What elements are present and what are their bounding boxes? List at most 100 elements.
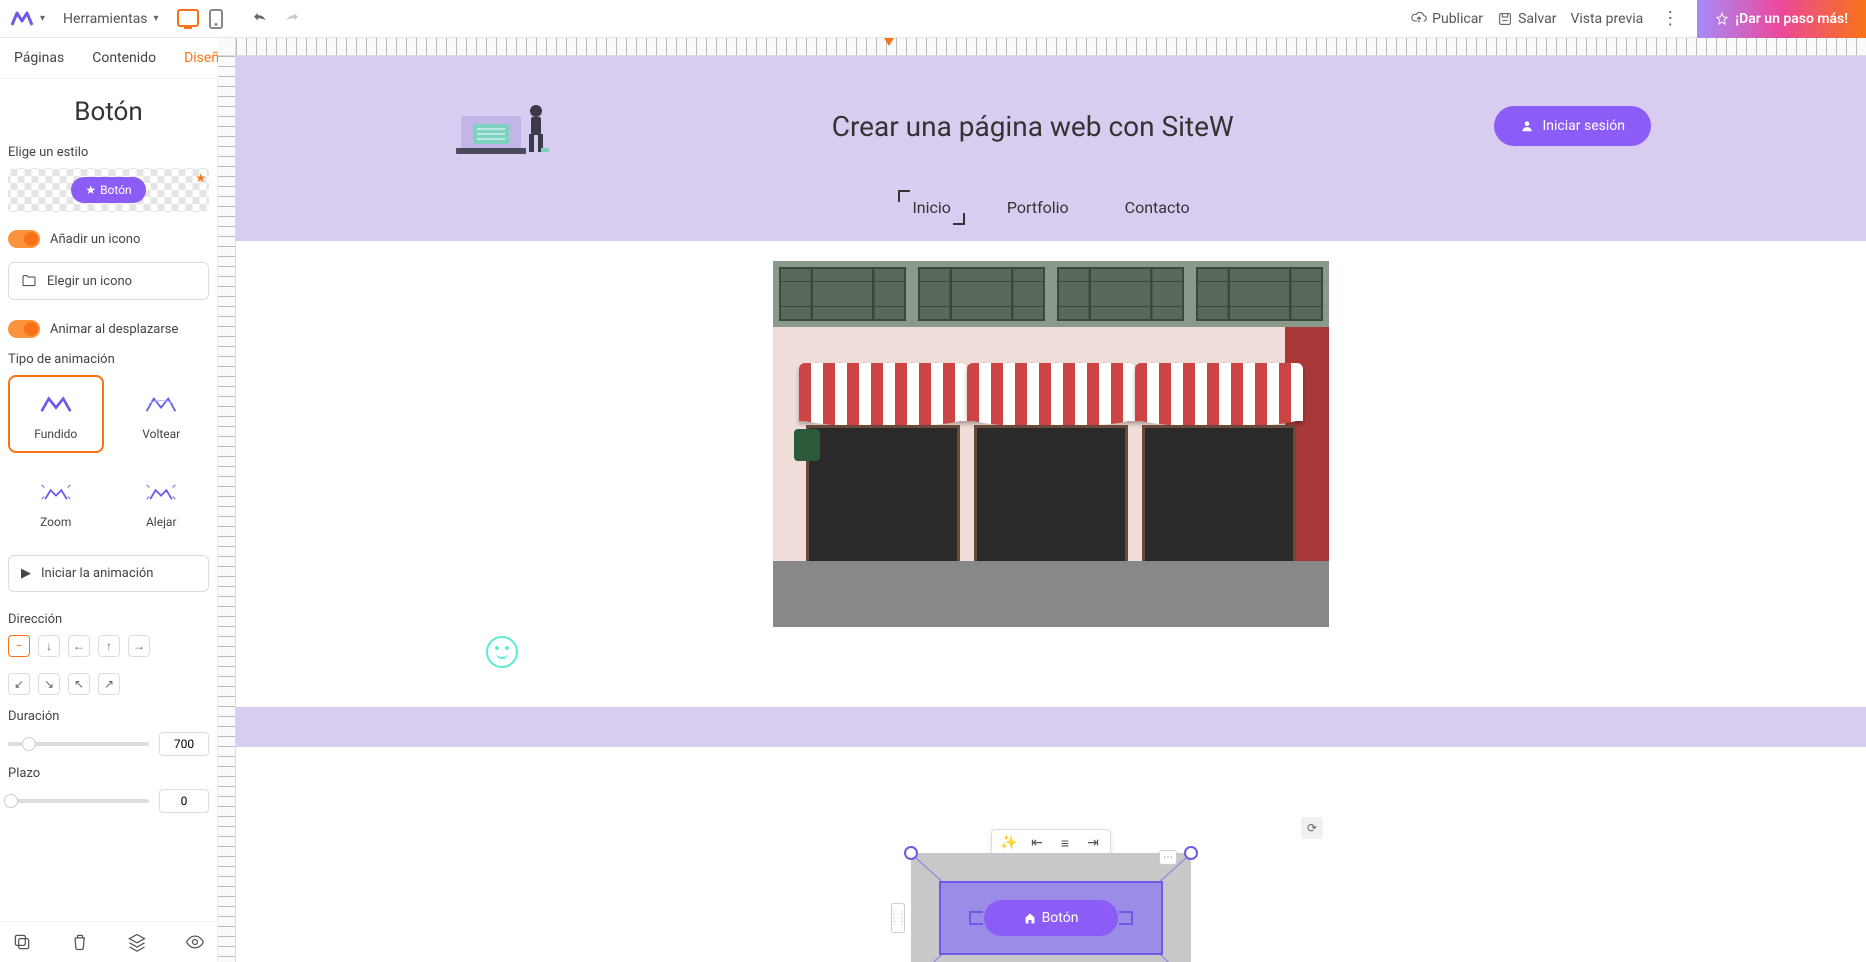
star-icon: ★ — [85, 183, 96, 197]
anim-away-label: Alejar — [122, 515, 202, 529]
sidebar: Páginas Contenido Diseño Botón Elige un … — [0, 38, 218, 962]
publish-button[interactable]: Publicar — [1411, 11, 1483, 27]
ruler-horizontal[interactable] — [236, 38, 1866, 56]
page: Crear una página web con SiteW Iniciar s… — [236, 56, 1866, 962]
style-label: Elige un estilo — [8, 145, 209, 160]
align-center-icon[interactable]: ≡ — [1056, 834, 1074, 852]
tools-menu[interactable]: Herramientas ▾ — [63, 11, 159, 27]
dir-down[interactable]: ↓ — [38, 635, 60, 657]
duration-input[interactable] — [159, 732, 209, 756]
device-switcher — [177, 9, 223, 29]
publish-label: Publicar — [1432, 11, 1483, 27]
magic-icon[interactable]: ✨ — [1000, 834, 1018, 852]
duplicate-icon[interactable] — [12, 932, 32, 952]
canvas[interactable]: Crear una página web con SiteW Iniciar s… — [236, 56, 1866, 962]
selected-element[interactable]: Botón ⋯ ⋮⋮⋮⋮ ⫠ — [911, 853, 1191, 962]
cta-label: ¡Dar un paso más! — [1735, 11, 1848, 27]
nav-portfolio[interactable]: Portfolio — [999, 194, 1077, 221]
tools-label: Herramientas — [63, 11, 148, 27]
user-icon — [1520, 119, 1534, 133]
preview-button-sample: ★ Botón — [71, 177, 145, 203]
panel-title: Botón — [8, 97, 209, 127]
anim-grid: Fundido Voltear Zoom Alejar — [8, 375, 209, 541]
login-button[interactable]: Iniciar sesión — [1494, 106, 1651, 146]
redo-icon[interactable] — [283, 10, 301, 28]
topbar: ▾ Herramientas ▾ Publicar Salvar Vista p… — [0, 0, 1866, 38]
resize-handle-tl[interactable] — [904, 846, 918, 860]
star-badge-icon: ★ — [195, 171, 206, 185]
anim-flip[interactable]: Voltear — [114, 375, 210, 453]
main-nav: Inicio Portfolio Contacto — [276, 194, 1826, 221]
logo[interactable] — [10, 7, 34, 31]
preview-button[interactable]: Vista previa — [1570, 11, 1643, 27]
preview-btn-label: Botón — [100, 183, 132, 197]
smiley-icon[interactable] — [486, 636, 518, 668]
dir-down-left[interactable]: ↙ — [8, 673, 30, 695]
delay-input[interactable] — [159, 789, 209, 813]
folder-icon — [21, 273, 37, 289]
add-icon-toggle[interactable] — [8, 230, 40, 248]
start-anim-button[interactable]: ▶ Iniciar la animación — [8, 555, 209, 592]
dir-up[interactable]: ↑ — [98, 635, 120, 657]
tablet-icon[interactable] — [209, 9, 223, 29]
bistro-image[interactable] — [773, 261, 1329, 627]
tab-pages[interactable]: Páginas — [0, 38, 78, 78]
sidebar-tabs: Páginas Contenido Diseño — [0, 38, 217, 79]
hero-title[interactable]: Crear una página web con SiteW — [832, 110, 1234, 143]
choose-icon-button[interactable]: Elegir un icono — [8, 262, 209, 300]
content-section: ⟳ ✨ ⇤ ≡ ⇥ — [236, 241, 1866, 687]
footer-band[interactable] — [236, 707, 1866, 747]
save-icon — [1497, 11, 1513, 27]
align-right-icon[interactable]: ⇥ — [1084, 834, 1102, 852]
dir-up-right[interactable]: ↗ — [98, 673, 120, 695]
animate-scroll-row: Animar al desplazarse — [8, 320, 209, 338]
eye-icon[interactable] — [185, 932, 205, 952]
layers-icon[interactable] — [127, 932, 147, 952]
cloud-upload-icon — [1411, 11, 1427, 27]
delay-slider[interactable] — [8, 799, 149, 803]
dir-up-left[interactable]: ↖ — [68, 673, 90, 695]
dir-down-right[interactable]: ↘ — [38, 673, 60, 695]
ruler-vertical[interactable] — [218, 56, 236, 962]
upgrade-button[interactable]: ¡Dar un paso más! — [1697, 0, 1866, 38]
dir-right[interactable]: → — [128, 635, 150, 657]
anim-zoom-label: Zoom — [16, 515, 96, 529]
choose-icon-label: Elegir un icono — [47, 274, 132, 289]
home-icon — [1024, 912, 1036, 924]
dir-none[interactable]: − — [8, 635, 30, 657]
refresh-badge[interactable]: ⟳ — [1301, 817, 1323, 839]
more-icon[interactable]: ⋮ — [1657, 8, 1683, 29]
hero-section[interactable]: Crear una página web con SiteW Iniciar s… — [236, 56, 1866, 241]
ruler-marker[interactable] — [884, 38, 894, 46]
anim-type-label: Tipo de animación — [8, 352, 209, 367]
desktop-icon[interactable] — [177, 9, 199, 27]
save-button[interactable]: Salvar — [1497, 11, 1556, 27]
drag-handle[interactable]: ⋮⋮⋮⋮ — [891, 903, 905, 933]
element-more-icon[interactable]: ⋯ — [1159, 850, 1177, 865]
direction-label: Dirección — [8, 612, 209, 627]
dir-left[interactable]: ← — [68, 635, 90, 657]
add-icon-row: Añadir un icono — [8, 230, 209, 248]
duration-slider[interactable] — [8, 742, 149, 746]
nav-home[interactable]: Inicio — [904, 194, 958, 221]
style-preview[interactable]: ★ ★ Botón — [8, 168, 209, 212]
topbar-actions: Publicar Salvar Vista previa ⋮ ¡Dar un p… — [1411, 0, 1856, 38]
anim-fade-label: Fundido — [16, 427, 96, 441]
anim-fade[interactable]: Fundido — [8, 375, 104, 453]
chevron-down-icon[interactable]: ▾ — [40, 13, 45, 24]
anim-zoom[interactable]: Zoom — [8, 463, 104, 541]
tab-content[interactable]: Contenido — [78, 38, 170, 78]
play-icon: ▶ — [21, 566, 31, 581]
canvas-button-element[interactable]: Botón — [984, 900, 1119, 936]
design-panel: Botón Elige un estilo ★ ★ Botón Añadir u… — [0, 79, 217, 921]
align-left-icon[interactable]: ⇤ — [1028, 834, 1046, 852]
anim-away[interactable]: Alejar — [114, 463, 210, 541]
undo-icon[interactable] — [251, 10, 269, 28]
anim-flip-label: Voltear — [122, 427, 202, 441]
save-label: Salvar — [1518, 11, 1556, 27]
ruler-corner — [218, 38, 236, 56]
trash-icon[interactable] — [70, 932, 90, 952]
animate-scroll-toggle[interactable] — [8, 320, 40, 338]
nav-contact[interactable]: Contacto — [1117, 194, 1198, 221]
resize-handle-tr[interactable] — [1184, 846, 1198, 860]
